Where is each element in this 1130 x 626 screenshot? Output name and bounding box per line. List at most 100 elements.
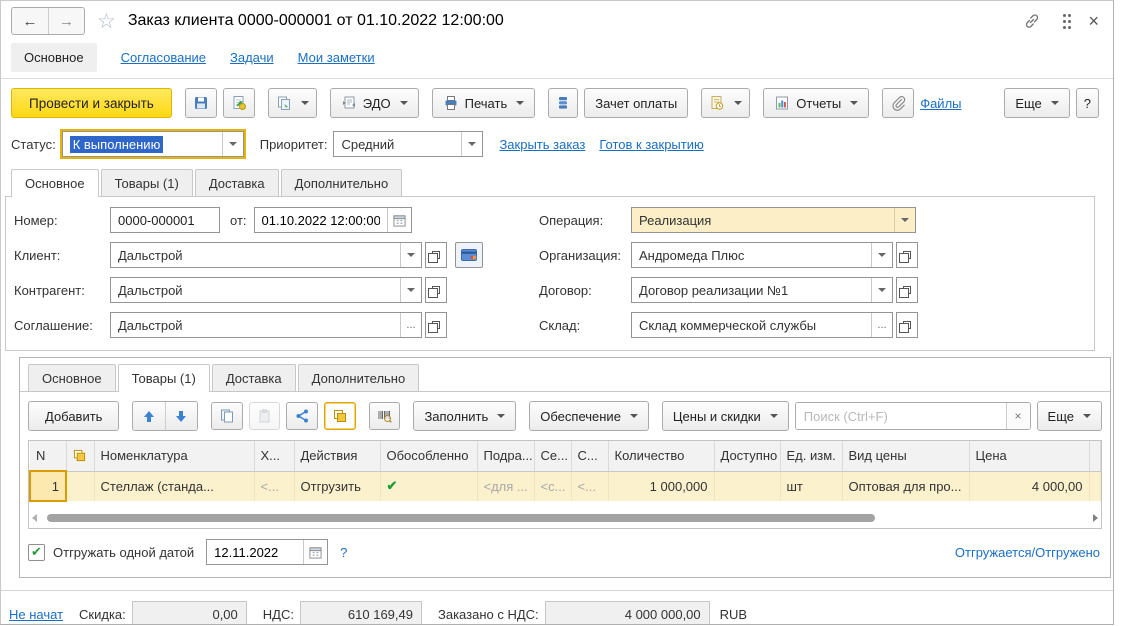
reports-button[interactable]: Отчеты	[763, 88, 870, 118]
select-rows-button[interactable]	[324, 402, 356, 430]
nav-item-tasks[interactable]: Задачи	[230, 50, 274, 65]
calendar-icon[interactable]	[303, 540, 328, 564]
agreement-choose-icon[interactable]: ...	[400, 313, 421, 337]
cell-marker[interactable]	[66, 471, 95, 501]
close-order-link[interactable]: Закрыть заказ	[499, 137, 585, 152]
goods-more-button[interactable]: Еще	[1036, 401, 1102, 431]
scroll-left-icon[interactable]	[32, 513, 37, 522]
cell-actions[interactable]: Отгрузить	[294, 471, 381, 501]
cell-series[interactable]: <с...	[534, 471, 572, 501]
prices-discounts-button[interactable]: Цены и скидки	[661, 401, 789, 431]
edo-button[interactable]: ЭДО	[329, 88, 419, 118]
organization-select[interactable]: Андромеда Плюс	[631, 242, 893, 268]
client-open-button[interactable]	[425, 242, 447, 268]
help-button[interactable]: ?	[1075, 88, 1099, 118]
discount-value[interactable]: 0,00	[131, 601, 247, 624]
operation-select[interactable]: Реализация	[631, 207, 916, 233]
ship-date-input[interactable]	[207, 540, 304, 564]
client-select[interactable]: Дальстрой	[110, 242, 422, 268]
forward-button[interactable]: →	[48, 8, 84, 34]
move-up-icon[interactable]	[133, 402, 166, 430]
copy-row-button[interactable]	[210, 402, 243, 430]
cell-available[interactable]	[714, 471, 781, 501]
organization-dropdown-icon[interactable]	[871, 243, 892, 267]
attach-button[interactable]	[882, 88, 915, 118]
search-clear-icon[interactable]: ×	[1005, 403, 1030, 429]
more-button[interactable]: Еще	[1004, 88, 1070, 118]
scroll-right-icon[interactable]	[1093, 513, 1098, 522]
scrollbar-thumb[interactable]	[47, 513, 875, 522]
post-document-button[interactable]	[222, 88, 255, 118]
add-row-button[interactable]: Добавить	[28, 401, 120, 431]
col-s[interactable]: С...	[571, 441, 609, 472]
col-available[interactable]: Доступно	[714, 441, 781, 472]
cell-quantity[interactable]: 1 000,000	[608, 471, 715, 501]
calendar-icon[interactable]	[386, 208, 411, 232]
warehouse-select[interactable]: Склад коммерческой службы ...	[631, 312, 893, 338]
client-dropdown-icon[interactable]	[400, 243, 421, 267]
supply-button[interactable]: Обеспечение	[529, 401, 649, 431]
priority-dropdown-icon[interactable]	[461, 132, 483, 156]
post-and-close-button[interactable]: Провести и закрыть	[11, 88, 172, 118]
search-input[interactable]	[795, 403, 1006, 429]
col-price[interactable]: Цена	[969, 441, 1090, 472]
warehouse-choose-icon[interactable]: ...	[871, 313, 892, 337]
nav-item-notes[interactable]: Мои заметки	[298, 50, 375, 65]
close-icon[interactable]: ×	[1088, 11, 1099, 32]
move-down-icon[interactable]	[165, 402, 197, 430]
cell-nomenclature[interactable]: Стеллаж (станда...	[94, 471, 255, 501]
not-started-link[interactable]: Не начат	[9, 607, 63, 622]
col-n[interactable]: N	[30, 441, 67, 472]
payment-offset-button[interactable]: Зачет оплаты	[584, 88, 689, 118]
tab-main[interactable]: Основное	[11, 169, 99, 197]
col-quantity[interactable]: Количество	[608, 441, 715, 472]
number-input[interactable]	[110, 207, 220, 233]
get-link-icon[interactable]	[1023, 12, 1041, 30]
favorite-star-icon[interactable]: ☆	[97, 11, 116, 32]
back-button[interactable]: ←	[12, 8, 48, 34]
split-row-button[interactable]	[286, 402, 318, 430]
cell-unit[interactable]: шт	[780, 471, 843, 501]
create-based-on-button[interactable]	[267, 88, 317, 118]
cell-division[interactable]: <для ...	[477, 471, 535, 501]
cell-n[interactable]: 1	[29, 470, 67, 502]
cell-s[interactable]: <...	[571, 471, 609, 501]
more-menu-icon[interactable]	[1063, 13, 1067, 17]
payment-schedule-button[interactable]	[701, 88, 751, 118]
col-nomenclature[interactable]: Номенклатура	[94, 441, 255, 472]
contract-open-button[interactable]	[896, 277, 918, 303]
col-actions[interactable]: Действия	[294, 441, 381, 472]
tab-additional[interactable]: Дополнительно	[280, 169, 403, 196]
fill-button[interactable]: Заполнить	[413, 401, 517, 431]
paste-row-button[interactable]	[248, 402, 281, 430]
col-marker[interactable]	[66, 441, 95, 472]
ready-to-close-link[interactable]: Готов к закрытию	[599, 137, 703, 152]
nav-item-approval[interactable]: Согласование	[121, 50, 206, 65]
vat-value[interactable]: 610 169,49	[299, 601, 422, 624]
ship-date-help-icon[interactable]: ?	[340, 545, 347, 560]
cell-separately[interactable]: ✔	[380, 471, 478, 501]
date-input[interactable]	[254, 208, 387, 232]
agreement-open-button[interactable]	[425, 312, 447, 338]
warehouse-open-button[interactable]	[896, 312, 918, 338]
panel-tab-main[interactable]: Основное	[28, 364, 116, 391]
col-price-kind[interactable]: Вид цены	[842, 441, 970, 472]
counterparty-open-button[interactable]	[425, 277, 447, 303]
priority-select[interactable]: Средний	[333, 131, 484, 157]
panel-tab-delivery[interactable]: Доставка	[211, 364, 296, 391]
counterparty-select[interactable]: Дальстрой	[110, 277, 422, 303]
registers-button[interactable]	[548, 88, 579, 118]
shipping-status-link[interactable]: Отгружается/Отгружено	[955, 545, 1100, 560]
status-dropdown-icon[interactable]	[221, 132, 243, 156]
tab-goods[interactable]: Товары (1)	[100, 169, 193, 196]
col-unit[interactable]: Ед. изм.	[780, 441, 843, 472]
nav-item-main[interactable]: Основное	[11, 43, 97, 72]
status-select[interactable]: К выполнению	[59, 129, 246, 159]
save-button[interactable]	[184, 88, 217, 118]
agreement-select[interactable]: Дальстрой ...	[110, 312, 422, 338]
col-division[interactable]: Подра...	[477, 441, 535, 472]
cell-x[interactable]: <...	[254, 471, 295, 501]
panel-tab-additional[interactable]: Дополнительно	[297, 364, 420, 391]
print-button[interactable]: Печать	[431, 88, 536, 118]
cell-price-kind[interactable]: Оптовая для про...	[842, 471, 970, 501]
